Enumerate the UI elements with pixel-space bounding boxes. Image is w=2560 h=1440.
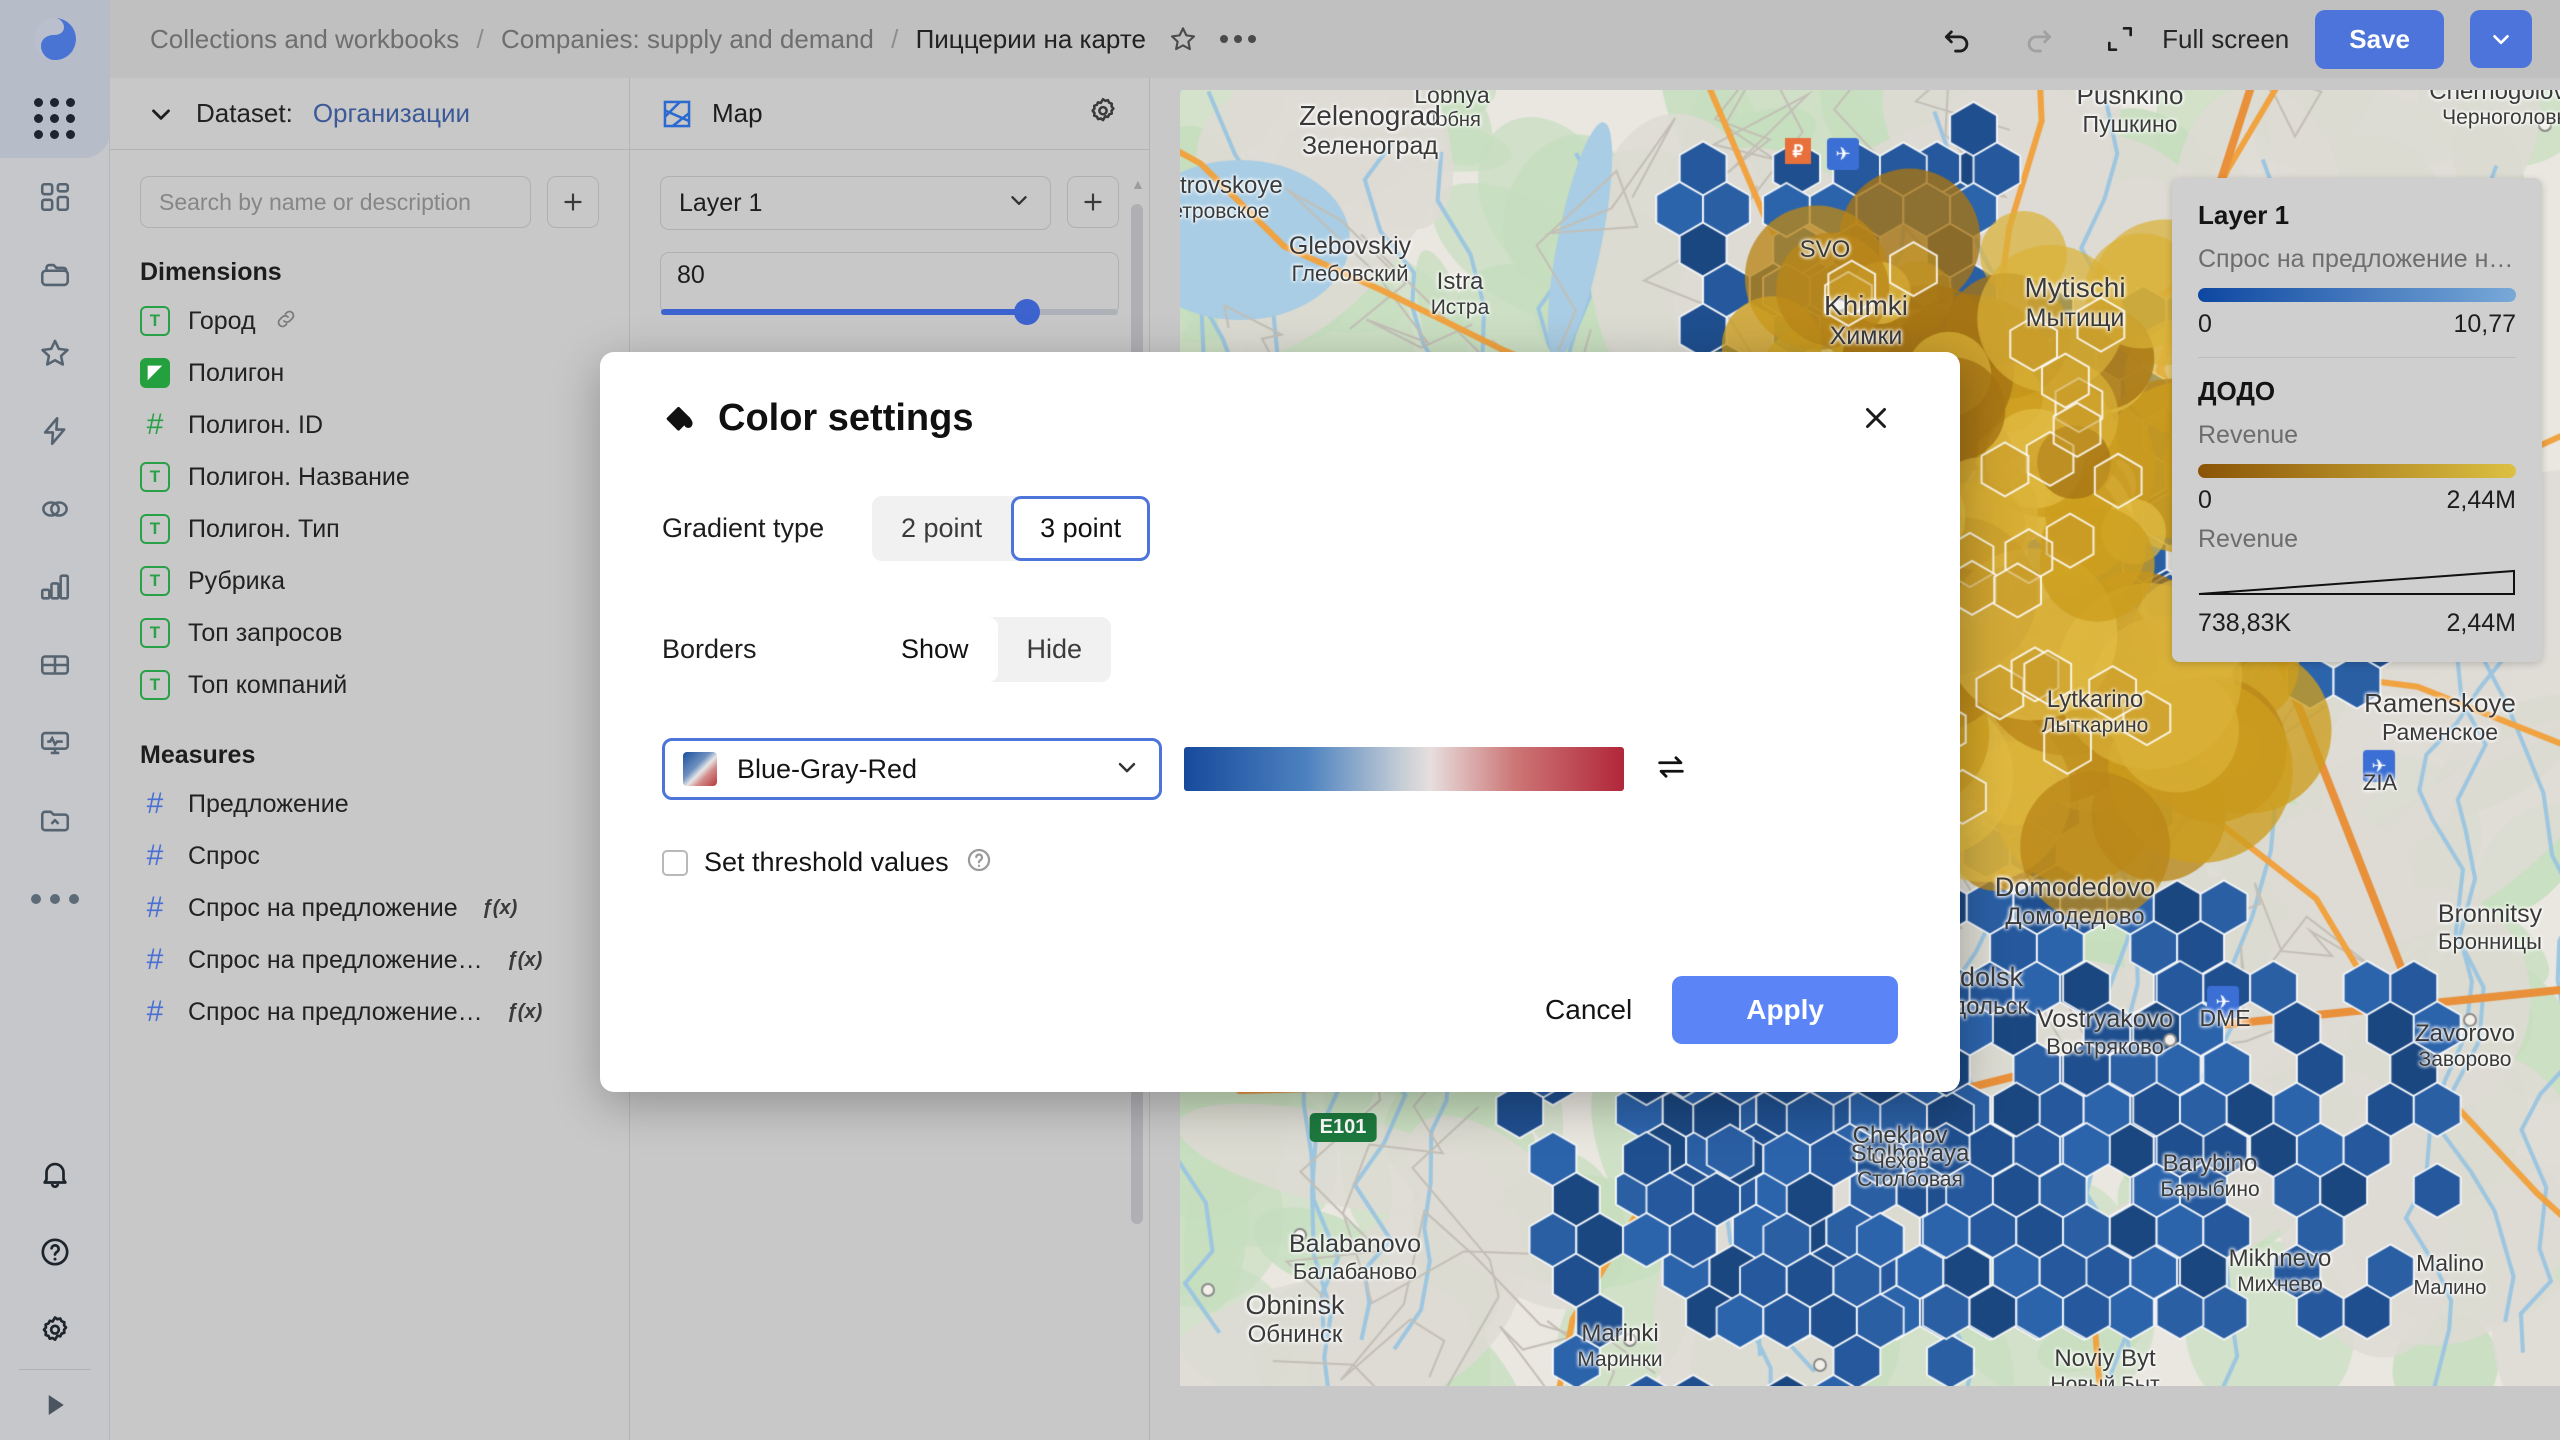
- app-root: Collections and workbooks / Companies: s…: [0, 0, 2560, 1440]
- borders-label: Borders: [662, 634, 872, 665]
- threshold-label[interactable]: Set threshold values: [704, 847, 949, 878]
- question-circle-icon[interactable]: [965, 846, 993, 879]
- close-icon[interactable]: [1854, 396, 1898, 440]
- swap-arrows-icon[interactable]: [1654, 750, 1688, 789]
- dialog-title: Color settings: [718, 397, 973, 440]
- threshold-checkbox[interactable]: [662, 850, 688, 876]
- gradient-preview: [1184, 747, 1624, 791]
- color-fill-icon: [662, 400, 698, 436]
- dialog-header: Color settings: [662, 396, 1898, 440]
- palette-select[interactable]: Blue-Gray-Red: [662, 738, 1162, 800]
- borders-segmented: Show Hide: [872, 617, 1111, 682]
- cancel-button[interactable]: Cancel: [1545, 994, 1632, 1026]
- apply-button[interactable]: Apply: [1672, 976, 1898, 1044]
- chevron-down-icon: [1113, 753, 1141, 786]
- gradient-type-option-3point[interactable]: 3 point: [1011, 496, 1150, 561]
- borders-row: Borders Show Hide: [662, 617, 1898, 682]
- palette-swatch-icon: [683, 752, 717, 786]
- dialog-footer: Cancel Apply: [1545, 976, 1898, 1044]
- borders-option-hide[interactable]: Hide: [998, 617, 1112, 682]
- threshold-row: Set threshold values: [662, 846, 1898, 879]
- gradient-type-segmented: 2 point 3 point: [872, 496, 1150, 561]
- gradient-type-row: Gradient type 2 point 3 point: [662, 496, 1898, 561]
- palette-row: Blue-Gray-Red: [662, 738, 1898, 800]
- color-settings-dialog: Color settings Gradient type 2 point 3 p…: [600, 352, 1960, 1092]
- gradient-type-label: Gradient type: [662, 513, 872, 544]
- modal-overlay: Color settings Gradient type 2 point 3 p…: [0, 0, 2560, 1440]
- palette-name: Blue-Gray-Red: [737, 754, 917, 785]
- gradient-type-option-2point[interactable]: 2 point: [872, 496, 1011, 561]
- borders-option-show[interactable]: Show: [872, 617, 998, 682]
